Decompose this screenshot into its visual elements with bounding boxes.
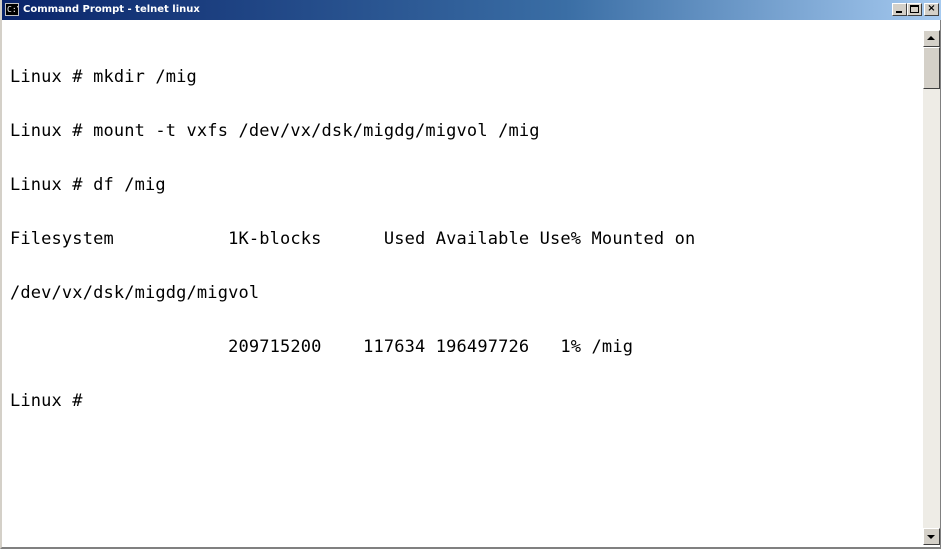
scroll-down-arrow-icon xyxy=(927,535,935,539)
command-prompt-window: C:\ Command Prompt - telnet linux × Linu… xyxy=(0,0,941,549)
console-line: Linux # mount -t vxfs /dev/vx/dsk/migdg/… xyxy=(10,121,540,141)
title-bar[interactable]: C:\ Command Prompt - telnet linux × xyxy=(2,0,941,20)
close-icon: × xyxy=(927,3,936,14)
scrollbar-track-top xyxy=(923,20,940,30)
console-line: 209715200 117634 196497726 1% /mig xyxy=(10,337,634,357)
console-line: Linux # mkdir /mig xyxy=(10,67,197,87)
console-text: Linux # mkdir /mig Linux # mount -t vxfs… xyxy=(2,20,924,446)
console-line: Filesystem 1K-blocks Used Available Use%… xyxy=(10,229,696,249)
scroll-up-arrow-icon xyxy=(927,36,935,40)
scroll-down-button[interactable] xyxy=(923,528,940,545)
console-prompt-line: Linux # xyxy=(10,391,83,411)
console-output[interactable]: Linux # mkdir /mig Linux # mount -t vxfs… xyxy=(2,20,924,545)
vertical-scrollbar[interactable] xyxy=(923,20,940,545)
minimize-icon xyxy=(896,11,902,13)
console-icon[interactable]: C:\ xyxy=(5,3,19,16)
console-line: /dev/vx/dsk/migdg/migvol xyxy=(10,283,260,303)
maximize-button[interactable] xyxy=(907,3,922,16)
title-bar-buttons: × xyxy=(892,3,939,17)
scroll-up-button[interactable] xyxy=(923,30,940,47)
window-title: Command Prompt - telnet linux xyxy=(23,4,200,15)
maximize-icon xyxy=(910,5,919,13)
close-button[interactable]: × xyxy=(924,3,939,16)
console-line: Linux # df /mig xyxy=(10,175,166,195)
scrollbar-thumb[interactable] xyxy=(923,47,940,89)
minimize-button[interactable] xyxy=(892,3,907,16)
